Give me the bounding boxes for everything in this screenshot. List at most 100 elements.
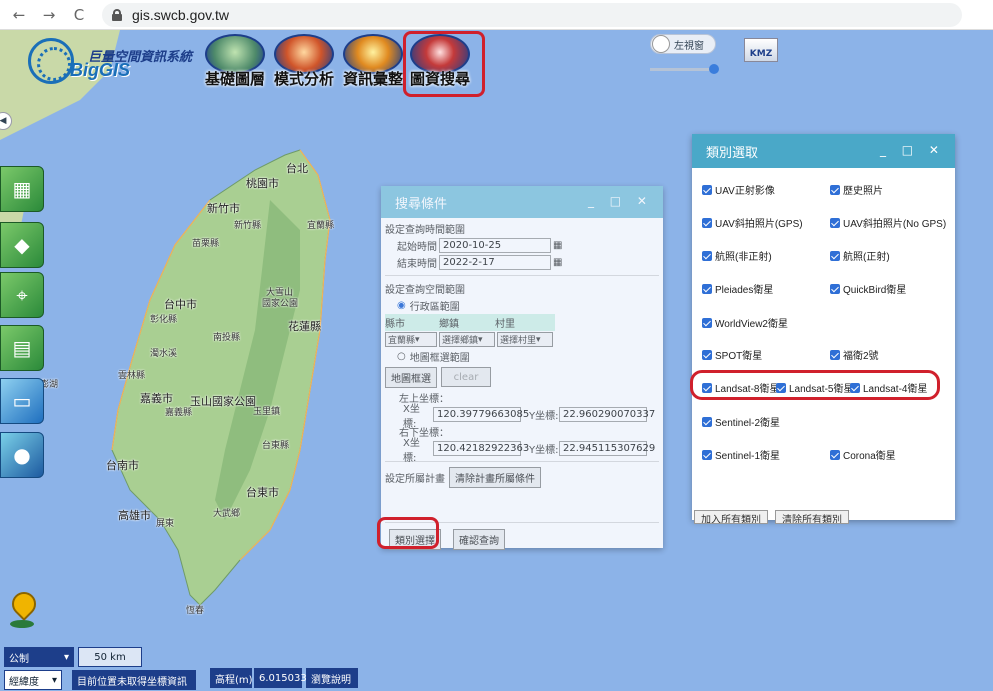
category-checkbox[interactable]: Corona衛星 xyxy=(830,447,896,462)
clear-all-categories-button[interactable]: 清除所有類別 xyxy=(775,510,849,524)
tool-model-analysis[interactable]: 模式分析 xyxy=(270,34,338,88)
kmz-button[interactable]: KMZ xyxy=(744,38,778,62)
city-label: 南投縣 xyxy=(213,332,241,342)
window-icon: ▭ xyxy=(12,389,32,413)
opacity-slider[interactable] xyxy=(650,68,716,71)
checkbox-checked-icon xyxy=(702,217,712,228)
tool-label: 基礎圖層 xyxy=(204,70,265,88)
checkbox-checked-icon xyxy=(702,317,712,328)
toggle-label: 左視窗 xyxy=(674,40,704,52)
city-label: 濁水溪 xyxy=(150,348,178,358)
window-controls[interactable]: _ □ ✕ xyxy=(880,143,945,157)
lock-icon xyxy=(112,8,122,21)
biggis-logo[interactable]: 巨量空間資訊系統 BigGIS xyxy=(28,38,208,86)
window-controls[interactable]: _ □ ✕ xyxy=(588,194,653,208)
checkbox-checked-icon xyxy=(702,184,712,195)
elevation-value: 6.015033 xyxy=(254,668,307,688)
radio-map[interactable]: ○ xyxy=(397,351,406,362)
start-date-input[interactable]: 2020-10-25 xyxy=(439,238,551,253)
x-label: X坐標: xyxy=(403,437,420,464)
village-select[interactable]: 選擇村里 ▾ xyxy=(497,332,553,347)
space-section-label: 設定查詢空間範圍 xyxy=(385,285,465,296)
logo-rings-icon xyxy=(28,38,74,84)
city-label: 國家公園 xyxy=(262,298,299,308)
clear-projects-button[interactable]: 清除計畫所屬條件 xyxy=(449,466,541,488)
category-checkbox[interactable]: 航照(非正射) xyxy=(702,248,772,263)
city-label: 玉里鎮 xyxy=(253,406,281,416)
elevation-label: 高程(m) xyxy=(210,668,253,688)
window-button[interactable]: ▭ xyxy=(0,378,44,424)
dialog-title-bar[interactable]: 類別選取 _ □ ✕ xyxy=(692,134,955,168)
clear-button[interactable]: clear xyxy=(441,367,491,387)
map-radio-label: 地圖框選範圍 xyxy=(409,353,470,364)
city-label: 玉山國家公園 xyxy=(190,396,256,408)
tool-info-summary[interactable]: 資訊彙整 xyxy=(339,34,407,88)
map-pin-button[interactable]: ⌖ xyxy=(0,272,44,318)
left-view-toggle[interactable]: 左視窗 xyxy=(650,34,716,54)
end-date-input[interactable]: 2022-2-17 xyxy=(439,255,551,270)
add-all-categories-button[interactable]: 加入所有類別 xyxy=(694,510,768,524)
globe-button[interactable]: ● xyxy=(0,432,44,478)
dialog-title: 搜尋條件 xyxy=(395,196,448,212)
city-label: 屏東 xyxy=(156,518,175,528)
lower-right-x-input[interactable]: 120.42182922363 xyxy=(433,441,529,456)
tool-label: 資訊彙整 xyxy=(342,70,403,88)
browser-toolbar: ← → C gis.swcb.gov.tw xyxy=(0,0,993,30)
category-checkbox[interactable]: QuickBird衛星 xyxy=(830,281,906,296)
county-select[interactable]: 宜蘭縣 ▾ xyxy=(385,332,437,347)
lower-right-y-input[interactable]: 22.945115307629 xyxy=(559,441,655,456)
y-label: Y坐標: xyxy=(529,445,559,456)
unit-select[interactable]: 公制 ▾ xyxy=(4,647,74,667)
tool-base-layers[interactable]: 基礎圖層 xyxy=(201,34,269,88)
category-checkbox[interactable]: UAV斜拍照片(GPS) xyxy=(702,215,803,230)
time-section-label: 設定查詢時間範圍 xyxy=(385,225,465,236)
globe-icon: ● xyxy=(13,443,31,467)
category-checkbox[interactable]: SPOT衛星 xyxy=(702,347,762,362)
category-checkbox[interactable]: UAV斜拍照片(No GPS) xyxy=(830,215,946,230)
category-checkbox[interactable]: Sentinel-1衛星 xyxy=(702,447,780,462)
checkbox-checked-icon xyxy=(702,283,712,294)
category-checkbox[interactable]: 福衛2號 xyxy=(830,347,879,362)
calendar-icon[interactable]: ▦ xyxy=(553,257,562,268)
address-bar[interactable]: gis.swcb.gov.tw xyxy=(102,2,962,27)
help-button[interactable]: 瀏覽說明 xyxy=(306,668,358,688)
category-checkbox[interactable]: WorldView2衛星 xyxy=(702,315,788,330)
url-text: gis.swcb.gov.tw xyxy=(132,6,229,23)
back-button[interactable]: ← xyxy=(8,4,30,26)
slider-handle[interactable] xyxy=(709,64,719,74)
category-checkbox[interactable]: UAV正射影像 xyxy=(702,182,775,197)
city-label: 彰化縣 xyxy=(150,314,178,324)
map-frame-button[interactable]: 地圖框選 xyxy=(385,366,437,388)
admin-radio-label: 行政區範圍 xyxy=(409,302,460,313)
category-checkbox[interactable]: 歷史照片 xyxy=(830,182,883,197)
calendar-icon[interactable]: ▦ xyxy=(553,240,562,251)
brand-name: BigGIS xyxy=(70,60,131,80)
taiwan-shape-button[interactable]: ◆ xyxy=(0,222,44,268)
map-layers-button[interactable]: ▤ xyxy=(0,325,44,371)
checkbox-checked-icon xyxy=(702,449,712,460)
town-select[interactable]: 選擇鄉鎮 ▾ xyxy=(439,332,495,347)
upper-left-y-input[interactable]: 22.960290070337 xyxy=(559,407,655,422)
dialog-title: 類別選取 xyxy=(706,145,759,161)
street-view-pin-icon[interactable] xyxy=(8,592,36,628)
city-label: 嘉義縣 xyxy=(165,407,193,417)
city-label: 新竹縣 xyxy=(234,220,262,230)
checkbox-checked-icon xyxy=(702,349,712,360)
layer-list-button[interactable]: ▦ xyxy=(0,166,44,212)
category-checkbox[interactable]: Pleiades衛星 xyxy=(702,281,773,296)
radio-admin[interactable]: ◉ xyxy=(397,300,406,311)
confirm-search-button[interactable]: 確認查詢 xyxy=(453,528,505,550)
category-checkbox[interactable]: 航照(正射) xyxy=(830,248,890,263)
city-label: 雲林縣 xyxy=(118,370,146,380)
coord-system-select[interactable]: 經緯度 ▾ xyxy=(4,670,62,690)
col-town: 鄉鎮 xyxy=(439,319,459,330)
toggle-knob xyxy=(652,35,670,53)
folded-map-icon: ▤ xyxy=(12,336,32,360)
project-section-label: 設定所屬計畫 xyxy=(385,473,445,485)
dialog-title-bar[interactable]: 搜尋條件 _ □ ✕ xyxy=(381,186,663,218)
forward-button[interactable]: → xyxy=(38,4,60,26)
category-checkbox[interactable]: Sentinel-2衛星 xyxy=(702,414,780,429)
city-label: 嘉義市 xyxy=(140,393,173,405)
upper-left-x-input[interactable]: 120.39779663085 xyxy=(433,407,529,422)
reload-button[interactable]: C xyxy=(68,4,90,26)
